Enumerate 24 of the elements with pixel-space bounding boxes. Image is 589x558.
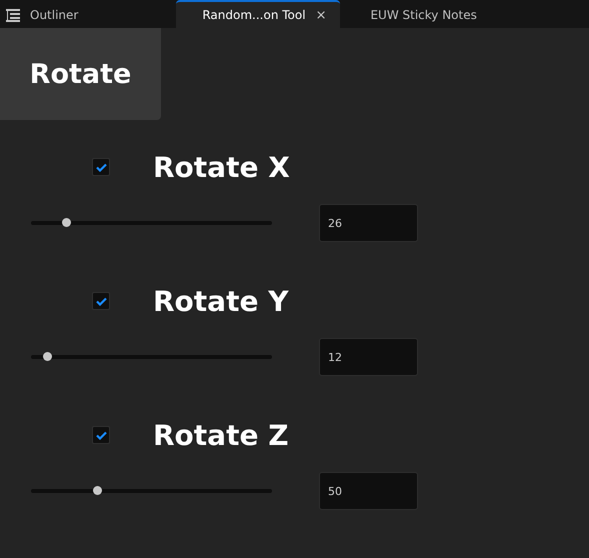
panel-tab[interactable]: Outliner — [0, 0, 86, 28]
slider-thumb[interactable] — [62, 218, 71, 227]
tab-label: EUW Sticky Notes — [370, 8, 477, 22]
close-icon[interactable]: × — [316, 8, 326, 22]
list-icon — [6, 8, 20, 22]
tab-label: Random...on Tool — [202, 8, 306, 22]
panel-tab[interactable]: Random...on Tool × — [176, 0, 340, 28]
slider-thumb[interactable] — [93, 486, 102, 495]
checkmark-icon — [96, 162, 106, 172]
checkbox[interactable] — [92, 292, 110, 310]
checkmark-icon — [96, 296, 106, 306]
value-field[interactable]: 12 — [319, 338, 418, 376]
tab-label: Outliner — [30, 8, 78, 22]
slider-thumb[interactable] — [42, 352, 52, 361]
axis-title: Rotate Z — [153, 418, 289, 452]
value-field[interactable]: 50 — [319, 472, 418, 510]
checkbox[interactable] — [92, 158, 110, 176]
axis-title: Rotate X — [153, 150, 290, 184]
value-field[interactable]: 26 — [319, 204, 418, 242]
panel-tab[interactable]: EUW Sticky Notes — [364, 0, 485, 28]
checkmark-icon — [96, 430, 106, 440]
checkbox[interactable] — [92, 426, 110, 444]
rotate-button[interactable]: Rotate — [0, 28, 161, 120]
axis-title: Rotate Y — [153, 284, 288, 318]
